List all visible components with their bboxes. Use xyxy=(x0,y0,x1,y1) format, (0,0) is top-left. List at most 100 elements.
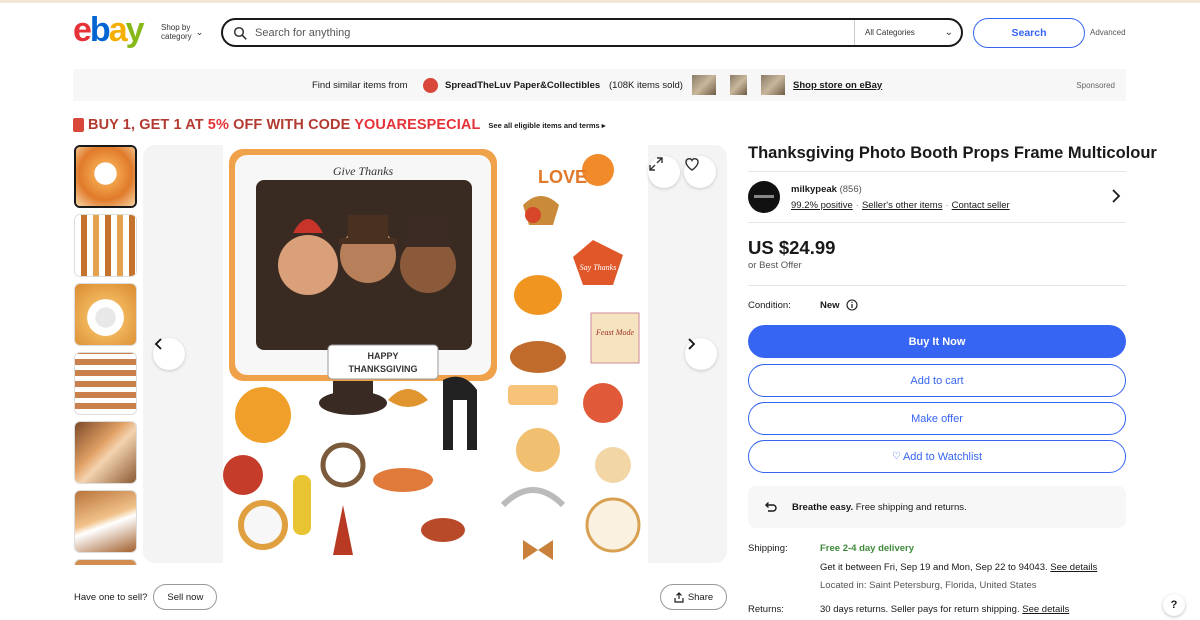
delivery-estimate: Get it between Fri, Sep 19 and Mon, Sep … xyxy=(820,562,1097,573)
make-offer-button[interactable]: Make offer xyxy=(748,402,1126,435)
shop-by-category[interactable]: Shop by category ⌄ xyxy=(161,23,203,41)
seller-card: milkypeak (856) 99.2% positive · Seller's … xyxy=(748,171,1126,223)
image-caption-happy: HAPPY xyxy=(367,351,398,361)
heart-icon xyxy=(685,158,699,171)
coupon-promo: BUY 1, GET 1 AT 5% OFF WITH CODE YOUARES… xyxy=(73,117,606,133)
free-delivery-text: Free 2-4 day delivery xyxy=(820,543,914,554)
gallery-thumbnail[interactable] xyxy=(74,421,137,484)
heart-icon: ♡ xyxy=(891,451,901,462)
returns-label: Returns: xyxy=(748,604,784,615)
sponsored-store-bar: Find similar items from SpreadTheLuv Pap… xyxy=(73,69,1126,101)
expand-button[interactable] xyxy=(648,156,680,188)
sell-question: Have one to sell? xyxy=(74,591,148,603)
free-returns-banner: Breathe easy. Free shipping and returns. xyxy=(748,486,1126,528)
sell-prompt: Have one to sell? Sell now xyxy=(74,584,218,610)
gallery-thumbnail[interactable] xyxy=(74,283,137,346)
seller-name[interactable]: milkypeak xyxy=(791,184,837,195)
image-caption-thanksgiving: THANKSGIVING xyxy=(348,364,417,374)
item-location: Located in: Saint Petersburg, Florida, U… xyxy=(820,580,1037,591)
next-image-button[interactable] xyxy=(685,338,717,370)
store-logo-icon[interactable] xyxy=(423,78,438,93)
shop-by-label: Shop by xyxy=(161,23,191,32)
shop-store-link[interactable]: Shop store on eBay xyxy=(793,80,882,91)
coupon-tag-icon xyxy=(73,118,84,132)
condition-value: New xyxy=(820,300,840,311)
promo-code: YOUARESPECIAL xyxy=(354,117,481,133)
best-offer-note: or Best Offer xyxy=(748,260,802,271)
seller-positive-link[interactable]: 99.2% positive xyxy=(791,200,853,211)
separator: · xyxy=(945,200,949,211)
returns-text: 30 days returns. Seller pays for return … xyxy=(820,604,1023,615)
share-button[interactable]: Share xyxy=(660,584,727,610)
top-accent-line xyxy=(0,0,1200,3)
buy-it-now-button[interactable]: Buy It Now xyxy=(748,325,1126,358)
search-button[interactable]: Search xyxy=(973,18,1085,48)
items-sold-count: (108K items sold) xyxy=(609,79,683,91)
free-returns-text: Breathe easy. Free shipping and returns. xyxy=(792,502,967,513)
divider xyxy=(748,285,1126,286)
ebay-logo[interactable]: ebay xyxy=(73,12,153,48)
gallery-thumbnail[interactable] xyxy=(74,214,137,277)
shipping-details-link[interactable]: See details xyxy=(1050,562,1097,573)
breathe-easy-label: Breathe easy. xyxy=(792,501,854,513)
item-title: Thanksgiving Photo Booth Props Frame Mul… xyxy=(748,144,1157,162)
store-item-thumbnail[interactable] xyxy=(761,75,785,95)
item-price: US $24.99 xyxy=(748,237,836,258)
sponsored-label: Sponsored xyxy=(1076,80,1115,90)
returns-details-link[interactable]: See details xyxy=(1022,604,1069,615)
question-icon: ? xyxy=(1170,599,1178,611)
add-to-watchlist-label: Add to Watchlist xyxy=(902,450,983,463)
expand-icon xyxy=(649,157,663,171)
sell-now-button[interactable]: Sell now xyxy=(153,584,218,610)
contact-seller-link[interactable]: Contact seller xyxy=(952,200,1010,211)
gallery-thumbnail[interactable] xyxy=(74,490,137,553)
seller-name-line: milkypeak (856) xyxy=(791,184,862,195)
help-button[interactable]: ? xyxy=(1163,594,1185,616)
gallery-thumbnail[interactable] xyxy=(74,145,137,208)
product-photo: Give Thanks HAPPY THANKSGIVING LOVE Say … xyxy=(143,145,727,563)
promo-terms-link[interactable]: See all eligible items and terms ▸ xyxy=(488,121,605,130)
image-caption-say-thanks: Say Thanks xyxy=(580,263,617,272)
category-label: category xyxy=(161,32,192,41)
add-to-watchlist-button[interactable]: ♡ Add to Watchlist xyxy=(748,440,1126,473)
advanced-search-link[interactable]: Advanced xyxy=(1090,28,1126,37)
info-icon[interactable] xyxy=(846,299,858,311)
store-item-thumbnail[interactable] xyxy=(692,75,716,95)
promo-discount: 5% xyxy=(207,117,229,133)
add-to-cart-button[interactable]: Add to cart xyxy=(748,364,1126,397)
free-shipping-returns-text: Free shipping and returns. xyxy=(853,501,967,513)
chevron-left-icon xyxy=(154,338,162,350)
search-input[interactable]: Search for anything xyxy=(255,27,854,39)
condition-label: Condition: xyxy=(748,300,791,311)
seller-avatar[interactable] xyxy=(748,181,780,213)
thumbnail-strip xyxy=(74,145,137,565)
share-icon xyxy=(674,591,684,603)
return-arrow-icon xyxy=(765,502,777,512)
seller-feedback-count: (856) xyxy=(839,184,862,195)
image-caption-give-thanks: Give Thanks xyxy=(333,164,394,178)
share-label: Share xyxy=(687,591,714,603)
store-name-link[interactable]: SpreadTheLuv Paper&Collectibles xyxy=(445,80,600,91)
chevron-right-icon[interactable] xyxy=(1111,189,1121,203)
watchlist-heart-button[interactable] xyxy=(684,156,716,188)
store-item-thumbnail[interactable] xyxy=(730,75,747,95)
returns-policy: 30 days returns. Seller pays for return … xyxy=(820,604,1069,615)
chevron-down-icon: ⌄ xyxy=(195,26,204,37)
search-icon xyxy=(233,26,247,40)
svg-text:ebay: ebay xyxy=(73,12,145,48)
main-product-image[interactable]: Give Thanks HAPPY THANKSGIVING LOVE Say … xyxy=(143,145,727,563)
category-select-value: All Categories xyxy=(865,28,915,37)
gallery-thumbnail[interactable] xyxy=(74,352,137,415)
previous-image-button[interactable] xyxy=(153,338,185,370)
find-similar-text: Find similar items from xyxy=(312,79,408,91)
delivery-dates: Get it between Fri, Sep 19 and Mon, Sep … xyxy=(820,562,1051,573)
promo-text: OFF WITH CODE xyxy=(228,117,355,133)
promo-headline: BUY 1, GET 1 AT 5% OFF WITH CODE YOUARES… xyxy=(88,117,480,133)
chevron-down-icon: ⌄ xyxy=(944,27,953,38)
shipping-label: Shipping: xyxy=(748,543,788,554)
image-caption-love: LOVE xyxy=(538,167,587,187)
chevron-right-icon xyxy=(688,338,696,350)
seller-other-items-link[interactable]: Seller's other items xyxy=(862,200,942,211)
category-select[interactable]: All Categories ⌄ xyxy=(854,20,961,45)
gallery-thumbnail[interactable] xyxy=(74,559,137,565)
